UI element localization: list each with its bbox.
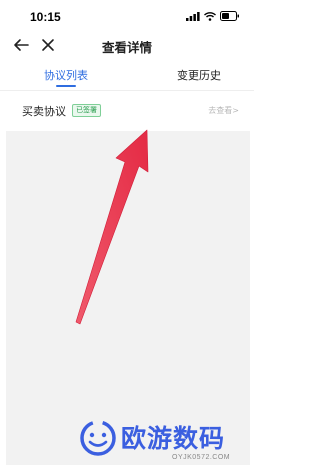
tab-bar: 协议列表 变更历史 bbox=[0, 60, 254, 91]
watermark-logo-icon bbox=[80, 420, 116, 456]
tab-change-history[interactable]: 变更历史 bbox=[149, 67, 249, 83]
watermark-url: OYJK0572.COM bbox=[172, 454, 231, 461]
nav-bar: 查看详情 bbox=[0, 32, 254, 60]
status-bar: 10:15 bbox=[0, 0, 254, 32]
tab-agreement-list[interactable]: 协议列表 bbox=[16, 67, 116, 83]
watermark-text: 欧游数码 bbox=[121, 424, 226, 453]
wifi-icon bbox=[204, 11, 216, 21]
page-title: 查看详情 bbox=[101, 40, 152, 55]
agreement-row[interactable]: 买卖协议 已签署 去查看> bbox=[0, 91, 254, 130]
watermark: 欧游数码 OYJK0572.COM bbox=[78, 415, 254, 465]
status-badge: 已签署 bbox=[72, 104, 101, 117]
status-icons bbox=[186, 11, 240, 21]
signal-icon bbox=[186, 11, 200, 21]
agreement-title: 买卖协议 bbox=[22, 105, 66, 118]
view-link[interactable]: 去查看> bbox=[208, 105, 239, 116]
status-time: 10:15 bbox=[30, 10, 61, 24]
battery-icon bbox=[220, 11, 239, 21]
active-tab-indicator bbox=[56, 85, 76, 87]
